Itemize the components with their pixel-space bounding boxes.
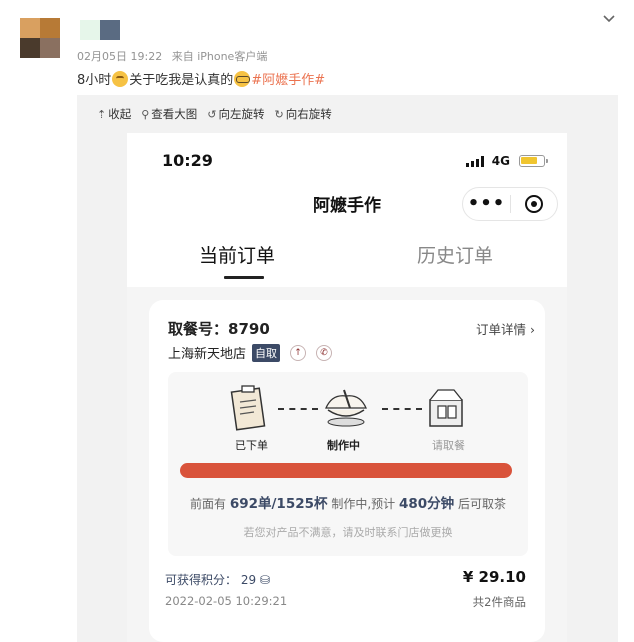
post-text-part: 关于吃我是认真的: [129, 73, 234, 88]
close-target-icon: [511, 195, 557, 213]
post-text: 8小时 关于吃我是认真的 #阿嬷手作#: [77, 69, 325, 88]
active-tab-underline: [224, 276, 264, 279]
step-connector: [278, 408, 318, 410]
topic-link[interactable]: #阿嬷手作#: [251, 69, 325, 88]
post-meta: 02月05日 19:22 来自 iPhone客户端: [77, 48, 273, 64]
order-screenshot[interactable]: 10:29 4G 阿嬷手作 ••• 当前订单 历史订单 取餐号：8790 订单详…: [127, 133, 567, 642]
rotate-left-label: 向左旋转: [218, 107, 265, 121]
rotate-left-button[interactable]: ↺ 向左旋转: [207, 106, 264, 122]
pickup-value: 8790: [228, 320, 270, 338]
queue-count: 692单/1525杯: [229, 496, 328, 512]
image-toolbar: ⇡ 收起 ⚲ 查看大图 ↺ 向左旋转 ↻ 向右旋转: [97, 106, 332, 122]
order-card: 取餐号：8790 订单详情 › 上海新天地店 自取 ↑ ✆ 已下单 制作中 请取…: [149, 300, 545, 642]
step-connector: [382, 408, 422, 410]
avatar-tile: [40, 18, 60, 38]
points-row: 可获得积分： 29 ⛁: [165, 571, 270, 588]
chevron-down-icon[interactable]: [602, 12, 616, 26]
shocked-emoji-icon: [112, 70, 129, 87]
queue-info: 前面有 692单/1525杯 制作中,预计 480分钟 后可取茶: [168, 492, 528, 512]
navigate-icon: ↑: [290, 344, 307, 361]
phone-status-bar: 10:29 4G: [127, 133, 567, 185]
points-label: 可获得积分：: [165, 573, 238, 587]
post-timestamp[interactable]: 02月05日 19:22: [77, 50, 162, 63]
order-tabs: 当前订单 历史订单: [127, 225, 567, 287]
phone-time: 10:29: [162, 151, 213, 170]
magnifier-icon: ⚲: [141, 107, 150, 121]
order-datetime: 2022-02-05 10:29:21: [165, 594, 288, 608]
battery-icon: [519, 155, 548, 167]
pickup-icon: [429, 389, 463, 427]
post-source: 来自 iPhone客户端: [171, 50, 268, 63]
avatar[interactable]: [20, 18, 60, 58]
rotate-right-icon: ↻: [274, 107, 284, 121]
avatar-tile: [40, 38, 60, 58]
points-value: 29: [240, 573, 257, 587]
phone-icon: ✆: [316, 344, 333, 361]
queue-minutes: 480分钟: [398, 496, 455, 512]
collapse-icon: ⇡: [97, 107, 107, 121]
store-name: 上海新天地店: [168, 347, 247, 362]
image-viewer: ⇡ 收起 ⚲ 查看大图 ↺ 向左旋转 ↻ 向右旋转 10:29 4G 阿嬷手作 •••: [77, 95, 618, 642]
complaint-hint: 若您对产品不满意，请及时联系门店做更换: [243, 526, 453, 539]
more-icon: •••: [467, 193, 506, 214]
username-blurred[interactable]: [80, 20, 120, 40]
step-pickup: 请取餐: [432, 439, 465, 452]
rotate-right-button[interactable]: ↻ 向右旋转: [275, 106, 332, 122]
view-large-label: 查看大图: [151, 107, 198, 121]
tab-current-orders: 当前订单: [199, 245, 276, 267]
avatar-tile: [20, 18, 40, 38]
pickup-number: 取餐号：8790: [168, 318, 270, 339]
glasses-emoji-icon: [234, 70, 251, 87]
item-count: 共2件商品: [472, 595, 526, 609]
mini-program-navbar: 阿嬷手作 •••: [127, 185, 567, 225]
progress-bar: [180, 463, 512, 478]
queue-mid: 制作中,预计: [331, 497, 396, 511]
view-large-button[interactable]: ⚲ 查看大图: [141, 106, 197, 122]
collapse-button[interactable]: ⇡ 收起: [97, 106, 131, 122]
queue-suffix: 后可取茶: [458, 497, 507, 511]
making-icon: [325, 389, 367, 427]
rotate-left-icon: ↺: [207, 107, 217, 121]
queue-prefix: 前面有: [189, 497, 226, 511]
coin-stack-icon: ⛁: [259, 573, 271, 587]
store-row: 上海新天地店 自取 ↑ ✆: [168, 343, 333, 362]
signal-icon: [465, 156, 484, 167]
order-detail-link: 订单详情 ›: [476, 322, 535, 337]
order-progress: 已下单 制作中 请取餐 前面有 692单/1525杯 制作中,预计 480分钟 …: [168, 372, 528, 556]
step-ordered: 已下单: [235, 439, 268, 452]
order-price: ¥ 29.10: [462, 568, 526, 586]
step-making: 制作中: [327, 439, 360, 452]
avatar-tile: [20, 38, 40, 58]
network-type: 4G: [491, 154, 510, 168]
rotate-right-label: 向右旋转: [285, 107, 332, 121]
pickup-label: 取餐号：: [168, 320, 229, 338]
weibo-post: 02月05日 19:22 来自 iPhone客户端 8小时 关于吃我是认真的 #…: [0, 0, 634, 642]
capsule-menu: •••: [462, 187, 558, 221]
order-placed-icon: [230, 385, 266, 431]
collapse-label: 收起: [108, 107, 132, 121]
self-pickup-badge: 自取: [252, 343, 281, 362]
tab-history-orders: 历史订单: [417, 245, 494, 267]
post-text-part: 8小时: [77, 73, 112, 88]
